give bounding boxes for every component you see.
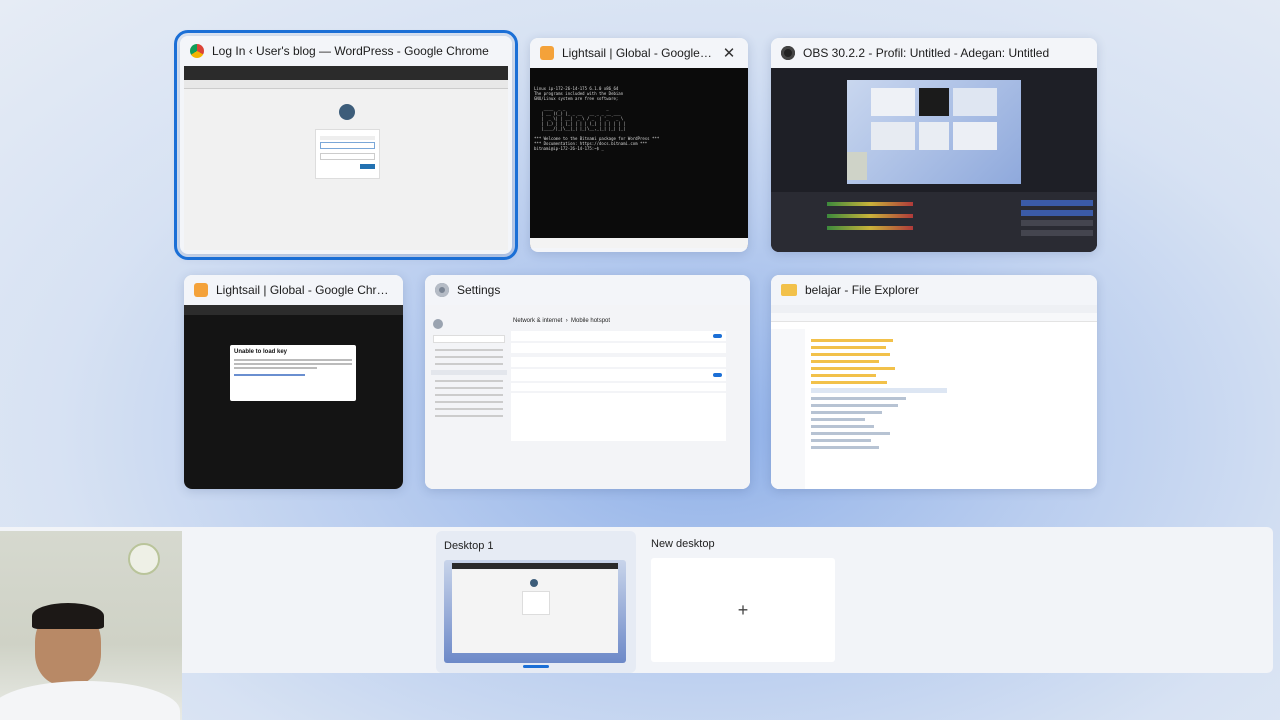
window-settings[interactable]: Settings Network & internet › Mobile hot… bbox=[425, 275, 750, 489]
obs-icon bbox=[781, 46, 795, 60]
window-lightsail-terminal[interactable]: Lightsail | Global - Google Chr... ✕ Lin… bbox=[530, 38, 748, 252]
new-desktop-card[interactable]: New desktop + bbox=[645, 531, 845, 673]
person-hair bbox=[32, 603, 104, 629]
window-title: Log In ‹ User's blog — WordPress - Googl… bbox=[212, 44, 489, 58]
wordpress-logo-icon bbox=[339, 104, 355, 120]
virtual-desktops-bar bbox=[0, 527, 1273, 673]
obs-docks bbox=[771, 192, 1097, 252]
close-icon[interactable]: ✕ bbox=[720, 44, 738, 62]
wall-clock bbox=[128, 543, 160, 575]
window-preview: Unable to load key bbox=[184, 305, 403, 489]
person-shirt bbox=[0, 681, 180, 720]
window-preview bbox=[771, 68, 1097, 252]
window-preview bbox=[184, 66, 508, 250]
active-desktop-indicator bbox=[523, 665, 549, 668]
window-chrome-wordpress[interactable]: Log In ‹ User's blog — WordPress - Googl… bbox=[174, 30, 518, 260]
breadcrumb: Network & internet › Mobile hotspot bbox=[513, 318, 611, 324]
explorer-nav-pane bbox=[771, 329, 805, 489]
window-lightsail-dialog[interactable]: Lightsail | Global - Google Chrome Unabl… bbox=[184, 275, 403, 489]
settings-nav bbox=[429, 309, 509, 483]
plus-icon: + bbox=[737, 599, 749, 620]
desktop-1-thumbnail bbox=[444, 560, 626, 663]
new-desktop-button[interactable]: + bbox=[651, 558, 835, 662]
gear-icon bbox=[435, 283, 449, 297]
window-preview: Network & internet › Mobile hotspot bbox=[425, 305, 750, 489]
window-title: Lightsail | Global - Google Chr... bbox=[562, 46, 712, 60]
window-preview: Linux ip-172-26-14-175 6.1.0 x86_64 The … bbox=[530, 68, 748, 248]
window-file-explorer[interactable]: belajar - File Explorer bbox=[771, 275, 1097, 489]
chrome-icon bbox=[190, 44, 204, 58]
window-obs[interactable]: OBS 30.2.2 - Profil: Untitled - Adegan: … bbox=[771, 38, 1097, 252]
dialog-title: Unable to load key bbox=[234, 349, 288, 355]
login-form bbox=[315, 129, 380, 179]
window-title: Settings bbox=[457, 283, 501, 297]
new-desktop-label: New desktop bbox=[651, 538, 715, 550]
desktop-label: Desktop 1 bbox=[444, 540, 494, 552]
webcam-overlay bbox=[0, 531, 182, 720]
desktop-1-card[interactable]: Desktop 1 bbox=[436, 531, 636, 673]
error-dialog: Unable to load key bbox=[230, 345, 356, 401]
file-list bbox=[811, 335, 947, 453]
folder-icon bbox=[781, 284, 797, 296]
window-title: OBS 30.2.2 - Profil: Untitled - Adegan: … bbox=[803, 46, 1050, 60]
settings-cards bbox=[511, 331, 726, 441]
lightsail-icon bbox=[194, 283, 208, 297]
lightsail-icon bbox=[540, 46, 554, 60]
obs-preview-canvas bbox=[847, 80, 1021, 184]
window-title: belajar - File Explorer bbox=[805, 283, 920, 297]
window-title: Lightsail | Global - Google Chrome bbox=[216, 283, 393, 297]
window-preview bbox=[771, 305, 1097, 489]
